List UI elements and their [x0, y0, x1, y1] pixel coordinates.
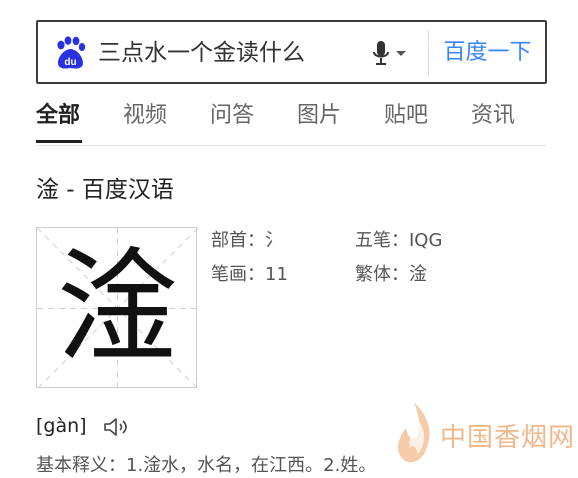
pronunciation-speaker-icon[interactable]: [102, 415, 130, 439]
search-button[interactable]: 百度一下: [430, 36, 545, 70]
search-divider: [428, 30, 429, 76]
tab-news[interactable]: 资讯: [471, 100, 515, 132]
tab-all[interactable]: 全部: [36, 100, 80, 132]
tab-qa[interactable]: 问答: [210, 100, 254, 132]
result-title-link[interactable]: 淦 - 百度汉语: [36, 172, 174, 208]
strokes-value: 11: [265, 264, 288, 285]
pinyin: [gàn]: [36, 415, 87, 437]
strokes-label: 笔画：: [211, 264, 265, 285]
svg-text:du: du: [64, 57, 76, 68]
radical-value: 氵: [265, 230, 283, 251]
flame-logo-icon: [398, 402, 430, 463]
wubi-field: 五笔：IQG: [355, 228, 442, 254]
active-tab-indicator: [36, 140, 82, 143]
radical-label: 部首：: [211, 230, 265, 251]
radical-field: 部首：氵: [211, 228, 283, 254]
character-glyph: 淦: [56, 237, 179, 379]
baidu-paw-logo-icon[interactable]: du: [54, 36, 86, 70]
result-type-tabs: 全部 视频 问答 图片 贴吧 资讯: [36, 100, 547, 146]
traditional-field: 繁体：淦: [355, 262, 427, 288]
traditional-value: 淦: [409, 264, 427, 285]
watermark-text: 中国香烟网: [440, 423, 576, 453]
tab-video[interactable]: 视频: [123, 100, 167, 132]
site-watermark: 中国香烟网: [388, 398, 578, 478]
voice-search-icon[interactable]: [368, 38, 412, 70]
tab-tieba[interactable]: 贴吧: [384, 100, 428, 132]
wubi-value: IQG: [409, 230, 443, 251]
search-box[interactable]: du 三点水一个金读什么 百度一下: [36, 20, 547, 84]
wubi-label: 五笔：: [355, 230, 409, 251]
character-card[interactable]: 淦: [36, 227, 198, 389]
tab-images[interactable]: 图片: [297, 100, 341, 132]
basic-meaning: 基本释义：1.淦水，水名，在江西。2.姓。: [36, 455, 377, 476]
traditional-label: 繁体：: [355, 264, 409, 285]
search-query-input[interactable]: 三点水一个金读什么: [98, 36, 305, 70]
strokes-field: 笔画：11: [211, 262, 288, 288]
